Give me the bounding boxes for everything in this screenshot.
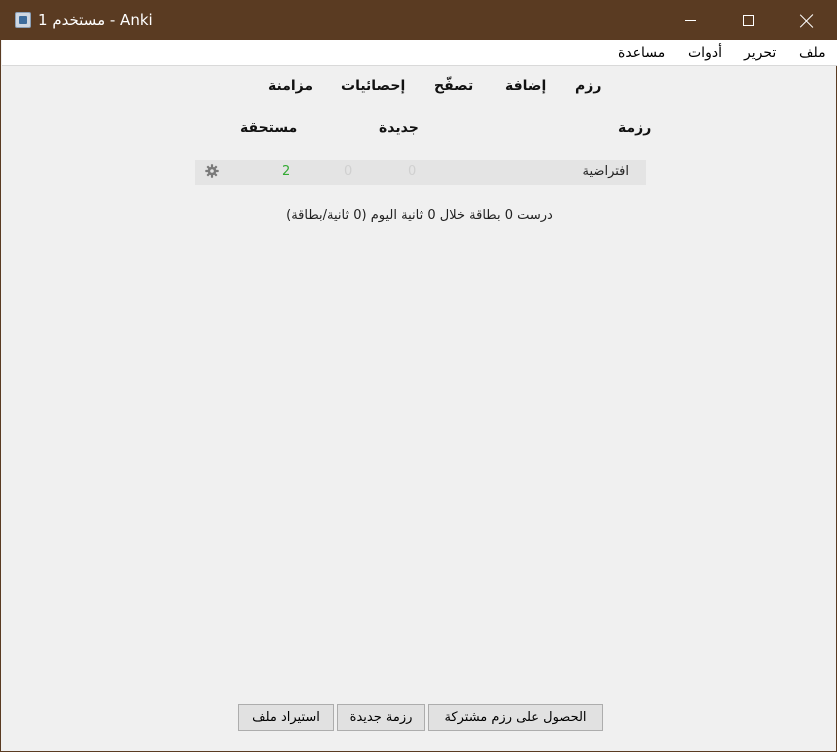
toolbar-decks-link[interactable]: رزم [575,77,601,95]
toolbar-browse-link[interactable]: تصفّح [434,77,473,95]
import-file-button[interactable]: استيراد ملف [238,704,334,731]
column-header-deck: رزمة [618,120,652,136]
toolbar-sync-link[interactable]: مزامنة [268,77,313,95]
due-count: 2 [282,164,291,179]
maximize-icon [742,15,754,26]
minimize-icon [684,20,696,21]
gear-icon[interactable] [205,164,219,178]
toolbar-stats-link[interactable]: إحصائيات [341,77,405,95]
minimize-button[interactable] [660,1,720,40]
new-count: 0 [408,164,417,179]
anki-app-icon [15,12,31,28]
learn-count: 0 [344,164,353,179]
window-title: مستخدم 1 - Anki [38,11,153,29]
toolbar-add-link[interactable]: إضافة [505,77,546,95]
close-icon [800,14,814,28]
menu-bar: ملف تحرير أدوات مساعدة [2,40,837,66]
column-header-new: جديدة [379,120,419,136]
title-bar[interactable]: مستخدم 1 - Anki [1,1,837,40]
close-button[interactable] [777,1,837,40]
menu-file[interactable]: ملف [799,44,826,62]
deck-row: افتراضية 0 0 2 [195,160,646,185]
get-shared-decks-button[interactable]: الحصول على رزم مشتركة [428,704,603,731]
create-deck-button[interactable]: رزمة جديدة [337,704,425,731]
menu-tools[interactable]: أدوات [688,44,722,62]
column-header-due: مستحقة [240,120,298,136]
study-stats-text: درست 0 بطاقة خلال 0 ثانية اليوم (0 ثانية… [286,208,553,223]
menu-edit[interactable]: تحرير [744,44,776,62]
maximize-button[interactable] [718,1,778,40]
deck-name-link[interactable]: افتراضية [583,163,629,181]
anki-main-window: مستخدم 1 - Anki ملف تحرير أدوات مساعدة ر… [0,0,837,752]
menu-help[interactable]: مساعدة [618,44,665,62]
